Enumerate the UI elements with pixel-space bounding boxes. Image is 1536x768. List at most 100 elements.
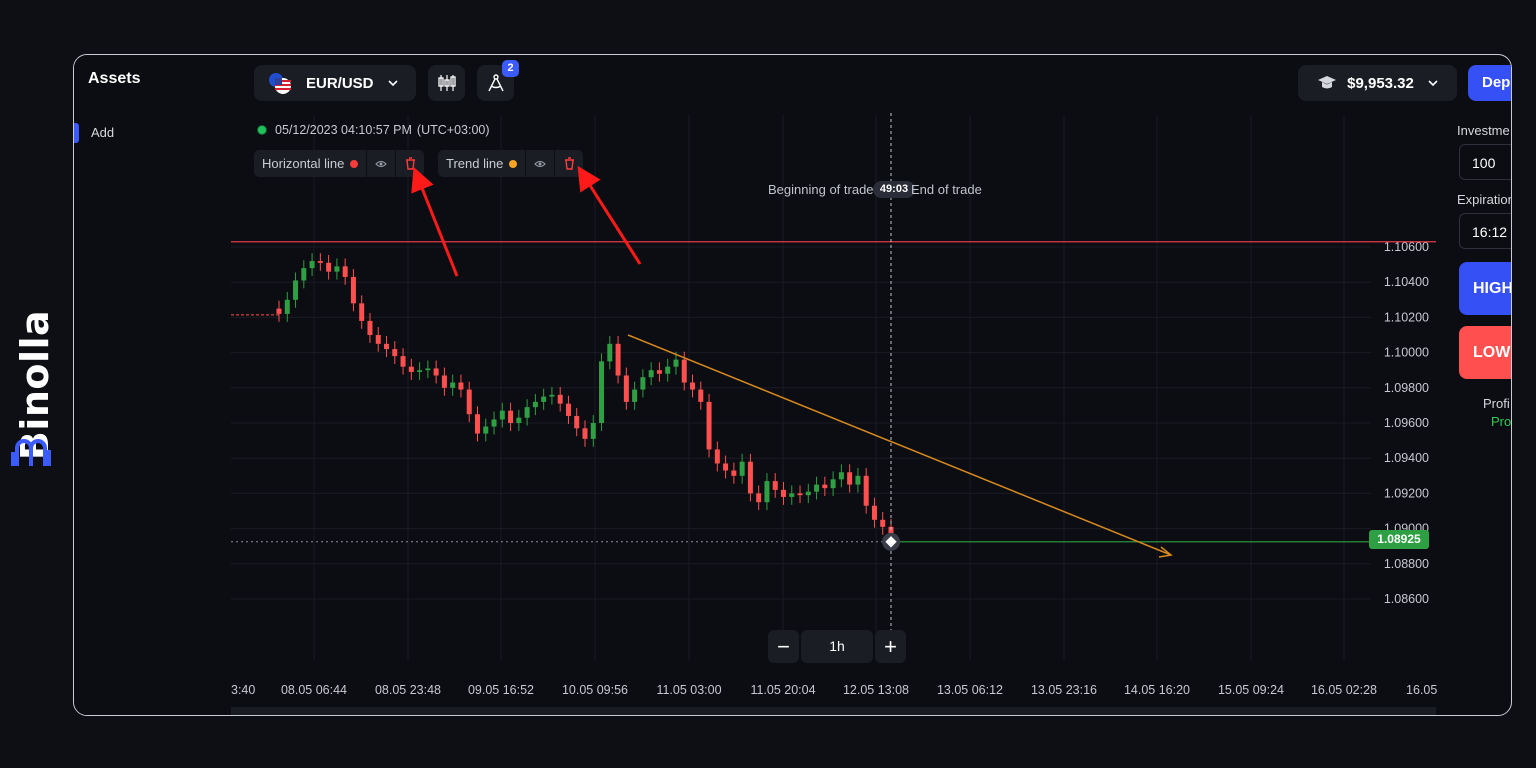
candle-body [582,428,588,439]
low-button[interactable]: LOW [1459,326,1511,379]
candle-body [698,389,704,402]
candle-body [739,461,745,476]
candle-body [317,261,323,263]
x-tick-label: 11.05 20:04 [750,683,815,697]
assets-sidebar: Assets Add [74,55,231,715]
trend-line-text: Trend line [446,156,504,171]
expiration-input[interactable]: 16:12 [1459,213,1511,249]
candle-body [805,491,811,496]
candle-body [764,481,770,503]
candle-body [789,493,795,497]
trash-icon[interactable] [396,150,424,177]
trend-line-color-dot [509,159,518,168]
candle-body [665,366,671,374]
asset-pair-selector[interactable]: EUR/USD [254,65,416,101]
y-tick-label: 1.08600 [1384,592,1429,606]
x-tick-label: 11.05 03:00 [656,683,721,697]
candle-body [293,280,299,300]
candle-body [623,375,629,402]
candle-body [880,519,886,527]
asset-pair-label: EUR/USD [306,74,374,92]
candle-body [557,394,563,404]
chart-area[interactable]: 1.10600 1.10400 1.10200 1.10000 1.09800 1.096… [231,55,1511,715]
y-tick-label: 1.10200 [1384,310,1429,324]
x-tick-label: 08.05 23:48 [375,683,441,697]
candle-body [342,266,348,277]
candle-body [367,320,373,335]
drawings-count-badge: 2 [502,60,519,77]
candle-body [731,470,737,476]
profit-label: Profi [1483,396,1510,411]
binolla-brand: Binolla [0,290,70,480]
trade-timer: 49:03 [873,181,915,198]
candles-icon [437,75,456,91]
candle-body [723,463,729,471]
candle-body [441,375,447,388]
investment-input[interactable]: 100 [1459,144,1511,180]
zoom-in-button[interactable]: + [875,630,906,663]
candle-body [433,368,439,376]
high-button[interactable]: HIGH [1459,262,1511,315]
candle-body [375,335,381,344]
y-tick-label: 1.09400 [1384,451,1429,465]
x-tick-label: 16.05 02:28 [1311,683,1377,697]
candle-body [590,423,596,439]
candle-body [524,407,530,418]
investment-label: Investme [1457,123,1510,138]
timeframe-value[interactable]: 1h [801,630,873,663]
candle-body [706,401,712,450]
indicators-button[interactable] [428,65,465,101]
candle-body [599,361,605,423]
x-tick-label: 13.05 06:12 [937,683,1003,697]
app-window: Assets Add 1.10600 1.10400 1.10200 1.10000 1… [73,54,1512,716]
candle-body [483,426,489,434]
add-indicator [74,123,79,143]
trash-icon[interactable] [555,150,583,177]
candle-body [648,370,654,378]
candle-body [384,343,390,350]
trade-panel: Investme 100 Expiration 16:12 HIGH LOW P… [1457,55,1512,715]
y-tick-label: 1.09800 [1384,381,1429,395]
balance-selector[interactable]: $9,953.32 [1298,65,1457,101]
candle-body [400,356,406,367]
x-tick-label: 3:40 [231,683,255,697]
horizontal-line-text: Horizontal line [262,156,345,171]
candle-body [532,401,538,408]
candle-body [838,472,844,480]
timezone-value: (UTC+03:00) [416,123,490,137]
eye-icon[interactable] [526,150,554,177]
candle-body [822,484,828,489]
current-price-tag: 1.08925 [1369,530,1429,549]
candle-body [673,359,679,367]
end-of-trade-label: End of trade [911,182,982,197]
candle-body [681,359,687,383]
expiration-label: Expiration [1457,192,1512,207]
candle-body [450,382,456,388]
candle-body [772,481,778,490]
x-tick-label: 13.05 23:16 [1031,683,1097,697]
add-asset-button[interactable]: Add [74,123,224,143]
zoom-out-button[interactable]: − [768,630,799,663]
candle-body [714,449,720,464]
candle-body [326,262,332,272]
candle-body [499,410,505,420]
candle-body [334,266,340,272]
candle-body [284,299,290,314]
candle-body [276,308,282,314]
eye-icon[interactable] [367,150,395,177]
candle-body [607,343,613,362]
candle-body [309,261,315,269]
candle-body [508,410,514,423]
candle-body [640,377,646,390]
candle-body [863,475,869,506]
candle-body [301,268,307,281]
candle-body [656,370,662,374]
eur-usd-flag-icon [268,72,292,94]
candle-body [814,484,820,492]
x-tick-label: 10.05 09:56 [562,683,628,697]
candle-body [491,419,497,427]
candle-body [408,366,414,372]
candle-body [549,394,555,397]
candle-body [780,489,786,497]
candle-body [458,382,464,390]
